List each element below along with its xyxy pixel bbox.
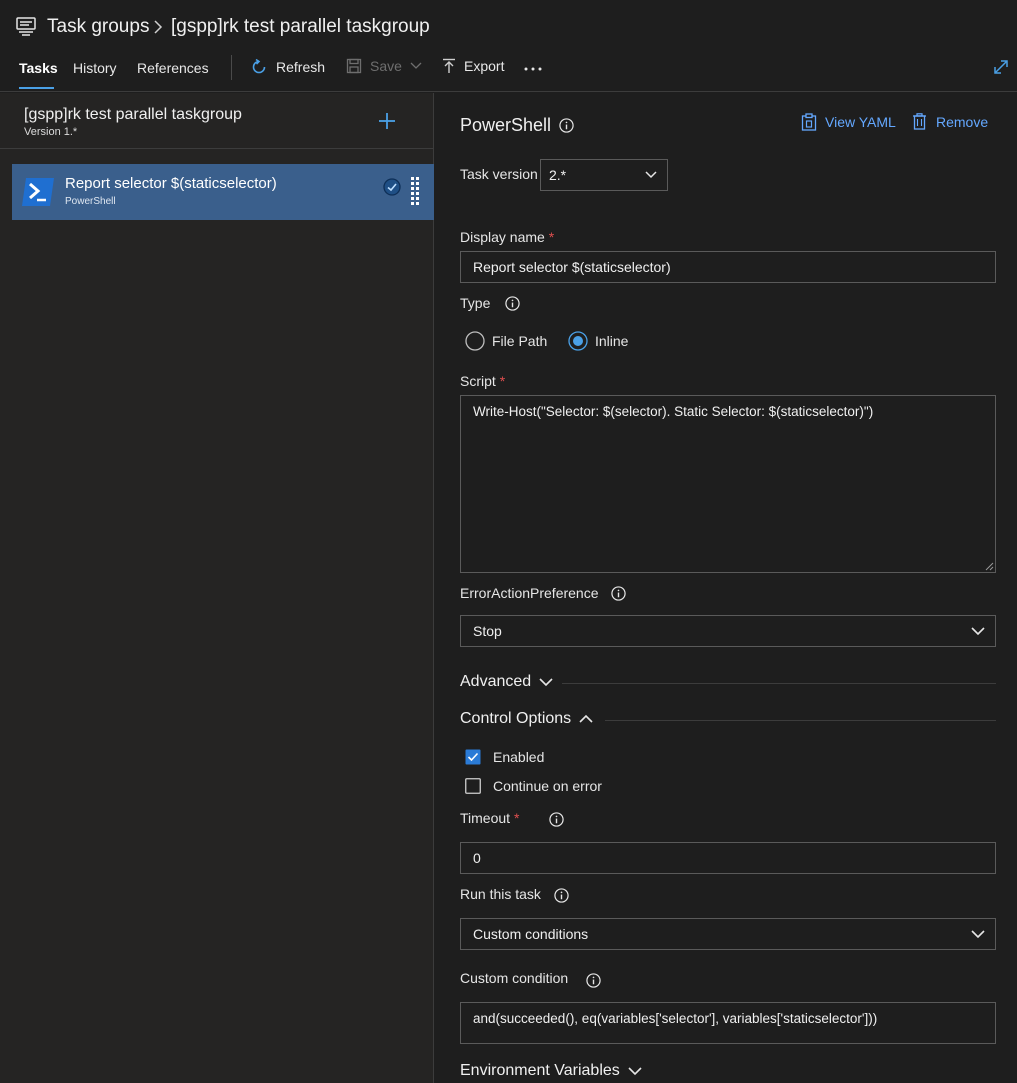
script-textarea[interactable]: Write-Host("Selector: $(selector). Stati… bbox=[460, 395, 996, 573]
task-details-panel: PowerShell View YAML Remove Task version… bbox=[435, 93, 1017, 1083]
taskgroup-title: [gspp]rk test parallel taskgroup bbox=[24, 106, 242, 123]
more-options-icon[interactable] bbox=[523, 60, 543, 76]
view-yaml-button[interactable]: View YAML bbox=[801, 113, 896, 131]
refresh-label: Refresh bbox=[276, 59, 326, 75]
task-list-panel: [gspp]rk test parallel taskgroup Version… bbox=[0, 93, 434, 1083]
enabled-check-icon bbox=[383, 178, 401, 196]
info-icon[interactable] bbox=[549, 812, 564, 827]
info-icon[interactable] bbox=[559, 118, 574, 133]
resize-handle-icon[interactable] bbox=[984, 561, 994, 571]
display-name-label: Display name * bbox=[460, 229, 555, 245]
export-label: Export bbox=[464, 58, 505, 74]
task-item-title: Report selector $(staticselector) bbox=[65, 175, 277, 192]
add-task-button[interactable] bbox=[377, 111, 397, 131]
enabled-label: Enabled bbox=[493, 749, 545, 765]
script-label: Script * bbox=[460, 373, 506, 389]
export-icon bbox=[442, 58, 456, 74]
save-button[interactable]: Save bbox=[346, 58, 422, 74]
display-name-field[interactable]: Report selector $(staticselector) bbox=[460, 251, 996, 283]
chevron-down-icon bbox=[971, 626, 985, 636]
control-options-label: Control Options bbox=[460, 710, 572, 727]
section-divider bbox=[562, 683, 996, 684]
chevron-down-icon bbox=[539, 677, 553, 687]
breadcrumb-current: [gspp]rk test parallel taskgroup bbox=[171, 16, 430, 37]
advanced-label: Advanced bbox=[460, 673, 532, 690]
chevron-down-icon bbox=[628, 1066, 642, 1076]
erroraction-label: ErrorActionPreference bbox=[460, 585, 599, 601]
radio-file-path[interactable]: File Path bbox=[465, 331, 547, 351]
timeout-label: Timeout * bbox=[460, 810, 520, 826]
trash-icon bbox=[912, 113, 927, 130]
environment-variables-label: Environment Variables bbox=[460, 1062, 620, 1079]
remove-button[interactable]: Remove bbox=[912, 113, 988, 130]
chevron-down-icon bbox=[645, 170, 657, 179]
page-header: Task groups [gspp]rk test parallel taskg… bbox=[0, 0, 1017, 92]
remove-label: Remove bbox=[936, 113, 989, 130]
run-task-value: Custom conditions bbox=[473, 926, 589, 942]
advanced-section-toggle[interactable]: Advanced bbox=[460, 673, 553, 691]
clipboard-icon bbox=[801, 113, 817, 131]
task-list-item[interactable]: Report selector $(staticselector) PowerS… bbox=[12, 164, 434, 220]
custom-condition-label: Custom condition bbox=[460, 970, 569, 986]
continue-on-error-checkbox[interactable]: Continue on error bbox=[465, 778, 602, 794]
erroraction-select[interactable]: Stop bbox=[460, 615, 996, 647]
chevron-right-icon bbox=[152, 19, 164, 35]
script-value: Write-Host("Selector: $(selector). Stati… bbox=[473, 404, 874, 419]
tab-history[interactable]: History bbox=[73, 60, 117, 76]
enabled-checkbox[interactable]: Enabled bbox=[465, 749, 544, 765]
task-title: PowerShell bbox=[460, 115, 552, 135]
refresh-button[interactable]: Refresh bbox=[250, 58, 325, 76]
erroraction-value: Stop bbox=[473, 623, 502, 639]
chevron-up-icon bbox=[579, 714, 593, 724]
tab-active-indicator bbox=[19, 87, 54, 89]
environment-variables-section-toggle[interactable]: Environment Variables bbox=[460, 1062, 642, 1080]
timeout-field[interactable]: 0 bbox=[460, 842, 996, 874]
radio-inline-label: Inline bbox=[595, 333, 629, 349]
view-yaml-label: View YAML bbox=[825, 114, 896, 130]
breadcrumb-task-groups[interactable]: Task groups bbox=[47, 16, 149, 38]
divider bbox=[0, 148, 434, 149]
run-task-select[interactable]: Custom conditions bbox=[460, 918, 996, 950]
refresh-icon bbox=[250, 58, 268, 76]
continue-on-error-label: Continue on error bbox=[493, 778, 602, 794]
info-icon[interactable] bbox=[611, 586, 626, 601]
run-task-label: Run this task bbox=[460, 886, 541, 902]
tab-references[interactable]: References bbox=[137, 60, 209, 76]
taskgroup-version: Version 1.* bbox=[24, 126, 78, 138]
task-version-value: 2.* bbox=[549, 167, 567, 183]
chevron-down-icon bbox=[410, 61, 422, 71]
drag-handle-icon[interactable] bbox=[410, 176, 420, 206]
export-button[interactable]: Export bbox=[442, 58, 504, 74]
task-version-select[interactable]: 2.* bbox=[540, 159, 668, 191]
info-icon[interactable] bbox=[554, 888, 569, 903]
chevron-down-icon bbox=[971, 929, 985, 939]
toolbar-divider bbox=[231, 55, 232, 80]
tab-tasks[interactable]: Tasks bbox=[19, 60, 58, 76]
info-icon[interactable] bbox=[505, 296, 520, 311]
powershell-icon bbox=[22, 178, 54, 206]
radio-file-path-label: File Path bbox=[492, 333, 548, 349]
save-icon bbox=[346, 58, 362, 74]
task-version-label: Task version bbox=[460, 166, 538, 182]
radio-inline[interactable]: Inline bbox=[568, 331, 628, 351]
info-icon[interactable] bbox=[586, 973, 601, 988]
section-divider bbox=[605, 720, 996, 721]
display-name-value: Report selector $(staticselector) bbox=[473, 259, 671, 275]
task-groups-icon bbox=[16, 16, 36, 36]
save-label: Save bbox=[370, 58, 402, 74]
custom-condition-field[interactable]: and(succeeded(), eq(variables['selector'… bbox=[460, 1002, 996, 1044]
custom-condition-value: and(succeeded(), eq(variables['selector'… bbox=[473, 1011, 878, 1026]
timeout-value: 0 bbox=[473, 850, 481, 866]
control-options-section-toggle[interactable]: Control Options bbox=[460, 710, 593, 728]
expand-icon[interactable] bbox=[992, 58, 1010, 76]
task-item-subtitle: PowerShell bbox=[65, 196, 116, 207]
type-label: Type bbox=[460, 295, 491, 311]
